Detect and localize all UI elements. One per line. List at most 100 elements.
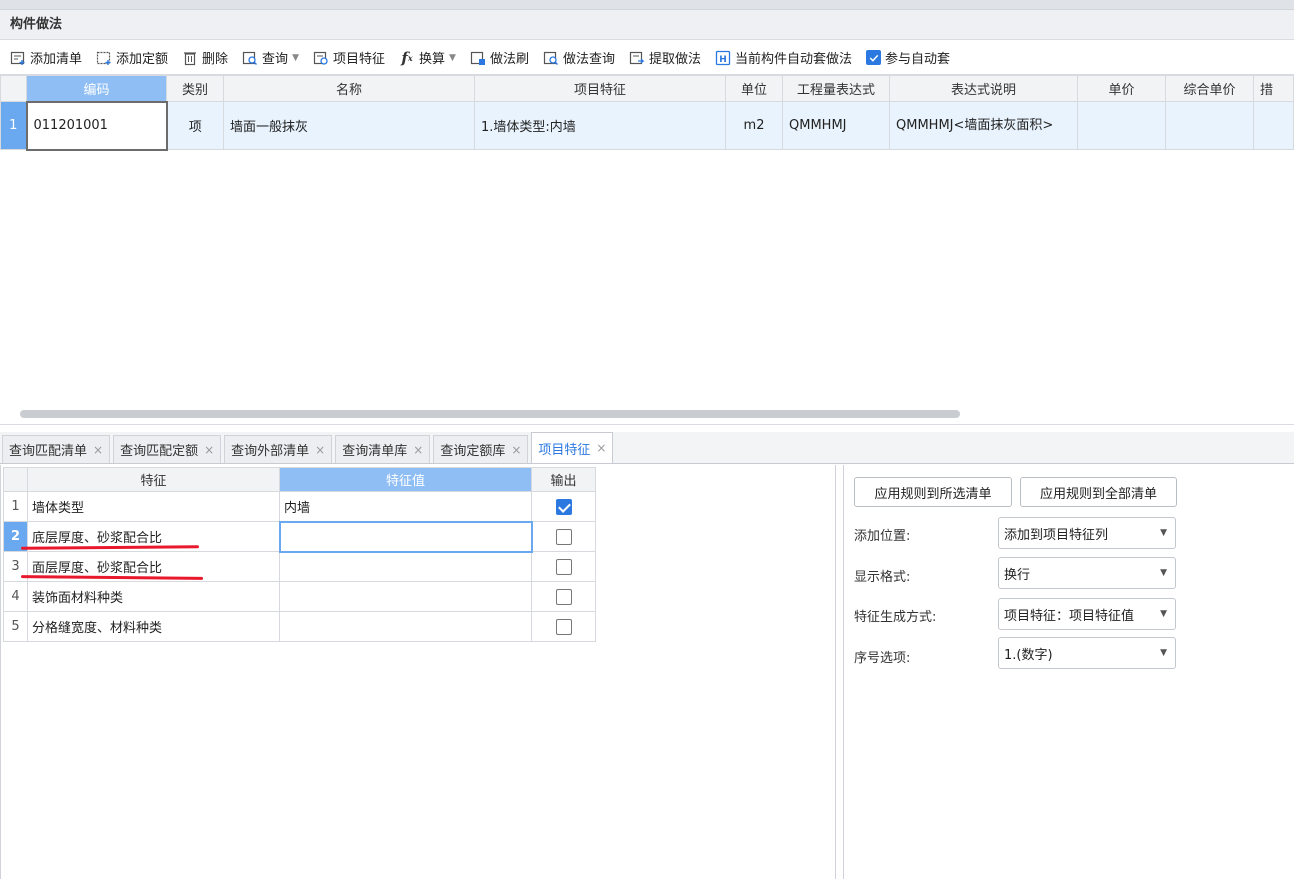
method-brush-button[interactable]: 做法刷 [466, 45, 533, 71]
delete-button[interactable]: 删除 [178, 45, 232, 71]
add-list-button[interactable]: 添加清单 [6, 45, 86, 71]
checkmark-icon [866, 50, 881, 65]
table-row[interactable]: 1 墙体类型 内墙 [3, 491, 596, 522]
gen-method-value: 项目特征：项目特征值 [1004, 608, 1135, 624]
seq-value: 1.(数字) [1004, 647, 1053, 663]
col-header-feature-value[interactable]: 特征值 [279, 467, 532, 492]
add-quota-button[interactable]: 添加定额 [92, 45, 172, 71]
col-header-type[interactable]: 类别 [166, 75, 224, 102]
add-list-label: 添加清单 [30, 52, 83, 67]
display-format-value: 换行 [1004, 567, 1031, 583]
tab-match-quota[interactable]: 查询匹配定额 × [113, 435, 222, 463]
code-cell[interactable]: 011201001 [25, 100, 168, 151]
feature-cell[interactable]: 墙体类型 [27, 491, 280, 522]
gen-method-label: 特征生成方式: [854, 610, 937, 625]
close-icon[interactable]: × [315, 443, 325, 457]
add-position-label: 添加位置: [854, 529, 911, 544]
feature-value-input[interactable] [278, 520, 533, 553]
tab-external-list[interactable]: 查询外部清单 × [224, 435, 333, 463]
output-checkbox[interactable] [555, 528, 572, 545]
output-checkbox[interactable] [555, 498, 572, 515]
output-cell[interactable] [531, 581, 596, 612]
col-header-total-price[interactable]: 综合单价 [1165, 75, 1254, 102]
output-checkbox[interactable] [555, 558, 572, 575]
seq-select[interactable]: 1.(数字) ▼ [998, 637, 1176, 669]
output-checkbox[interactable] [555, 618, 572, 635]
output-checkbox[interactable] [555, 588, 572, 605]
tab-label: 查询匹配清单 [9, 444, 88, 459]
chevron-down-icon: ▼ [1160, 528, 1167, 538]
tab-item-feature[interactable]: 项目特征 × [531, 432, 614, 463]
type-cell[interactable]: 项 [166, 101, 224, 150]
col-header-code[interactable]: 编码 [26, 75, 167, 102]
output-cell[interactable] [531, 491, 596, 522]
add-quota-icon [96, 50, 112, 66]
tab-label: 查询定额库 [440, 444, 506, 459]
panel-title: 构件做法 [0, 10, 1294, 40]
query-icon [242, 50, 258, 66]
col-header-price[interactable]: 单价 [1077, 75, 1166, 102]
feature-cell[interactable]: 分格缝宽度、材料种类 [27, 611, 280, 642]
row-number[interactable]: 1 [0, 101, 27, 150]
horizontal-scrollbar[interactable] [20, 410, 960, 418]
close-icon[interactable]: × [93, 443, 103, 457]
feature-value-cell[interactable]: 内墙 [279, 491, 532, 522]
tab-list-library[interactable]: 查询清单库 × [335, 435, 431, 463]
col-header-feature[interactable]: 项目特征 [474, 75, 726, 102]
feature-value-cell[interactable] [279, 611, 532, 642]
close-icon[interactable]: × [596, 441, 606, 455]
chevron-down-icon: ▼ [449, 52, 456, 63]
expr-cell[interactable]: QMMHMJ [782, 101, 890, 150]
name-cell[interactable]: 墙面一般抹灰 [223, 101, 475, 150]
price-cell[interactable] [1077, 101, 1166, 150]
window-top-strip [0, 0, 1294, 10]
feature-value-cell[interactable] [279, 581, 532, 612]
add-position-select[interactable]: 添加到项目特征列 ▼ [998, 517, 1176, 549]
row-number[interactable]: 5 [3, 611, 28, 642]
extract-method-button[interactable]: 提取做法 [625, 45, 705, 71]
close-icon[interactable]: × [413, 443, 423, 457]
unit-cell[interactable]: m2 [725, 101, 783, 150]
item-feature-button[interactable]: 项目特征 [309, 45, 389, 71]
output-cell[interactable] [531, 611, 596, 642]
tab-quota-library[interactable]: 查询定额库 × [433, 435, 529, 463]
convert-dropdown[interactable]: fx 换算 ▼ [395, 45, 460, 71]
convert-label: 换算 [419, 52, 446, 67]
row-number[interactable]: 4 [3, 581, 28, 612]
table-row[interactable]: 4 装饰面材料种类 [3, 581, 596, 612]
apply-all-button[interactable]: 应用规则到全部清单 [1020, 477, 1177, 507]
col-header-name[interactable]: 名称 [223, 75, 475, 102]
close-icon[interactable]: × [511, 443, 521, 457]
row-number[interactable]: 1 [3, 491, 28, 522]
feature-value-cell[interactable] [279, 551, 532, 582]
col-header-expr[interactable]: 工程量表达式 [782, 75, 890, 102]
bottom-tabs: 查询匹配清单 × 查询匹配定额 × 查询外部清单 × 查询清单库 × 查询定额库 × 项目… [0, 432, 1294, 464]
brush-icon [470, 50, 486, 66]
output-cell[interactable] [531, 521, 596, 552]
join-auto-apply-checkbox[interactable]: 参与自动套 [862, 45, 954, 71]
table-row[interactable]: 1 011201001 项 墙面一般抹灰 1.墙体类型:内墙 m2 QMMHMJ… [0, 100, 1294, 151]
col-header-measure[interactable]: 措 [1253, 75, 1294, 102]
method-query-button[interactable]: 做法查询 [539, 45, 619, 71]
display-format-select[interactable]: 换行 ▼ [998, 557, 1176, 589]
auto-apply-current-button[interactable]: H 当前构件自动套做法 [711, 45, 856, 71]
close-icon[interactable]: × [204, 443, 214, 457]
col-header-unit[interactable]: 单位 [725, 75, 783, 102]
total-price-cell[interactable] [1165, 101, 1254, 150]
col-header-expr-desc[interactable]: 表达式说明 [889, 75, 1078, 102]
trash-icon [182, 50, 198, 66]
tab-match-list[interactable]: 查询匹配清单 × [2, 435, 111, 463]
gen-method-select[interactable]: 项目特征：项目特征值 ▼ [998, 598, 1176, 630]
table-row[interactable]: 5 分格缝宽度、材料种类 [3, 611, 596, 642]
feature-cell[interactable]: 1.墙体类型:内墙 [474, 101, 726, 150]
query-dropdown[interactable]: 查询 ▼ [238, 45, 303, 71]
measure-cell[interactable] [1253, 101, 1294, 150]
feature-cell[interactable]: 装饰面材料种类 [27, 581, 280, 612]
apply-selected-button[interactable]: 应用规则到所选清单 [854, 477, 1012, 507]
chevron-down-icon: ▼ [1160, 609, 1167, 619]
expr-desc-cell[interactable]: QMMHMJ<墙面抹灰面积> [889, 101, 1078, 150]
col-header-output[interactable]: 输出 [531, 467, 596, 492]
output-cell[interactable] [531, 551, 596, 582]
corner-header [0, 75, 27, 102]
col-header-feature[interactable]: 特征 [27, 467, 280, 492]
